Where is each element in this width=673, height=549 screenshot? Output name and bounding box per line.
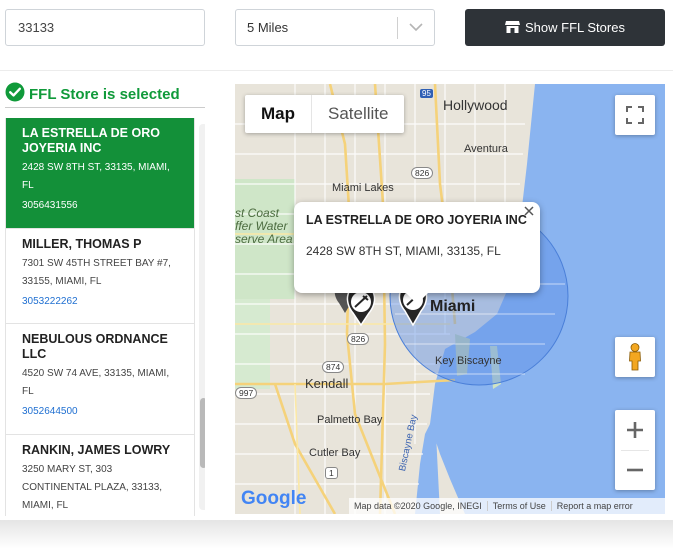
label-miami-lakes: Miami Lakes bbox=[332, 182, 394, 194]
store-icon bbox=[505, 20, 521, 36]
label-miami: Miami bbox=[430, 298, 476, 315]
store-list-scrollbar[interactable] bbox=[199, 124, 205, 510]
store-map[interactable]: Map Satellite LA ESTRELLA DE ORO JOYERIA… bbox=[235, 84, 665, 514]
map-data-attribution: Map data ©2020 Google, INEGI bbox=[349, 501, 488, 511]
zoom-control bbox=[615, 410, 655, 490]
info-window-address: 2428 SW 8TH ST, MIAMI, 33135, FL bbox=[306, 244, 501, 258]
plus-icon bbox=[627, 422, 643, 438]
highway-997-badge: 997 bbox=[235, 387, 258, 399]
bottom-shadow bbox=[0, 520, 673, 549]
store-phone-link[interactable]: 3052644500 bbox=[22, 403, 182, 421]
header-divider bbox=[0, 70, 673, 71]
map-type-control[interactable]: Map Satellite bbox=[245, 95, 405, 133]
interstate-95-badge: 95 bbox=[420, 89, 433, 98]
zoom-divider bbox=[621, 450, 649, 451]
label-east-coast: st Coast bbox=[235, 206, 280, 220]
store-name: LA ESTRELLA DE ORO JOYERIA INC bbox=[22, 126, 160, 155]
scrollbar-thumb[interactable] bbox=[200, 398, 205, 468]
label-buffer-water: ffer Water bbox=[235, 219, 288, 233]
street-view-pegman[interactable] bbox=[615, 337, 655, 377]
report-map-error-link[interactable]: Report a map error bbox=[552, 501, 638, 511]
store-list-items: LA ESTRELLA DE ORO JOYERIA INC 2428 SW 8… bbox=[5, 118, 195, 516]
info-window-tail bbox=[405, 292, 429, 304]
label-cutler-bay: Cutler Bay bbox=[309, 447, 361, 459]
fullscreen-icon bbox=[626, 106, 644, 124]
store-phone-link[interactable]: 3053222262 bbox=[22, 293, 182, 311]
selected-banner-text: FFL Store is selected bbox=[29, 86, 180, 103]
map-footer: Map data ©2020 Google, INEGI Terms of Us… bbox=[349, 498, 665, 514]
store-name: RANKIN, JAMES LOWRY bbox=[22, 443, 171, 457]
pegman-icon bbox=[629, 343, 641, 371]
store-phone: 3056431556 bbox=[22, 200, 78, 211]
terms-of-use-link[interactable]: Terms of Use bbox=[488, 501, 552, 511]
check-circle-icon bbox=[5, 82, 25, 107]
highway-874-badge: 874 bbox=[322, 361, 345, 373]
highway-826-badge: 826 bbox=[411, 167, 434, 179]
zip-code-input[interactable] bbox=[5, 9, 205, 46]
close-icon[interactable] bbox=[522, 204, 536, 218]
google-logo[interactable]: Google bbox=[241, 488, 306, 510]
label-key-biscayne: Key Biscayne bbox=[435, 355, 502, 367]
map-tab[interactable]: Map bbox=[245, 95, 312, 133]
show-ffl-stores-button[interactable]: Show FFL Stores bbox=[465, 9, 665, 46]
store-name: NEBULOUS ORDNANCE LLC bbox=[22, 332, 168, 361]
fullscreen-button[interactable] bbox=[615, 95, 655, 135]
store-address: 2428 SW 8TH ST, 33135, MIAMI, FL bbox=[22, 162, 170, 191]
zoom-in-button[interactable] bbox=[615, 410, 655, 450]
zoom-out-button[interactable] bbox=[615, 450, 655, 490]
label-aventura: Aventura bbox=[464, 143, 508, 155]
satellite-tab[interactable]: Satellite bbox=[312, 95, 404, 133]
store-item-la-estrella[interactable]: LA ESTRELLA DE ORO JOYERIA INC 2428 SW 8… bbox=[6, 118, 194, 229]
ffl-locator-page: 5 Miles Show FFL Stores FFL Store is sel… bbox=[0, 0, 673, 549]
label-palmetto-bay: Palmetto Bay bbox=[317, 414, 383, 426]
chevron-down-icon bbox=[398, 23, 434, 32]
store-address: 4520 SW 74 AVE, 33135, MIAMI, FL bbox=[22, 368, 170, 397]
highway-1-badge: 1 bbox=[325, 467, 338, 479]
selected-banner: FFL Store is selected bbox=[5, 82, 205, 108]
radius-selected-value: 5 Miles bbox=[247, 20, 289, 35]
minus-icon bbox=[627, 468, 643, 472]
store-name: MILLER, THOMAS P bbox=[22, 237, 142, 251]
store-item-rankin[interactable]: RANKIN, JAMES LOWRY 3250 MARY ST, 303 CO… bbox=[6, 435, 194, 516]
label-hollywood: Hollywood bbox=[443, 97, 508, 113]
store-address: 7301 SW 45TH STREET BAY #7, 33155, MIAMI… bbox=[22, 258, 171, 287]
store-list: LA ESTRELLA DE ORO JOYERIA INC 2428 SW 8… bbox=[5, 118, 205, 516]
label-kendall: Kendall bbox=[305, 376, 349, 391]
highway-826-badge: 826 bbox=[347, 333, 370, 345]
show-ffl-stores-label: Show FFL Stores bbox=[525, 20, 625, 35]
store-address: 3250 MARY ST, 303 CONTINENTAL PLAZA, 331… bbox=[22, 464, 163, 511]
store-item-nebulous[interactable]: NEBULOUS ORDNANCE LLC 4520 SW 74 AVE, 33… bbox=[6, 324, 194, 435]
store-item-miller[interactable]: MILLER, THOMAS P 7301 SW 45TH STREET BAY… bbox=[6, 229, 194, 324]
label-conserve-area: serve Area bbox=[235, 232, 293, 246]
store-info-window: LA ESTRELLA DE ORO JOYERIA INC 2428 SW 8… bbox=[294, 202, 540, 293]
radius-select[interactable]: 5 Miles bbox=[235, 9, 435, 46]
info-window-title: LA ESTRELLA DE ORO JOYERIA INC bbox=[306, 213, 527, 227]
